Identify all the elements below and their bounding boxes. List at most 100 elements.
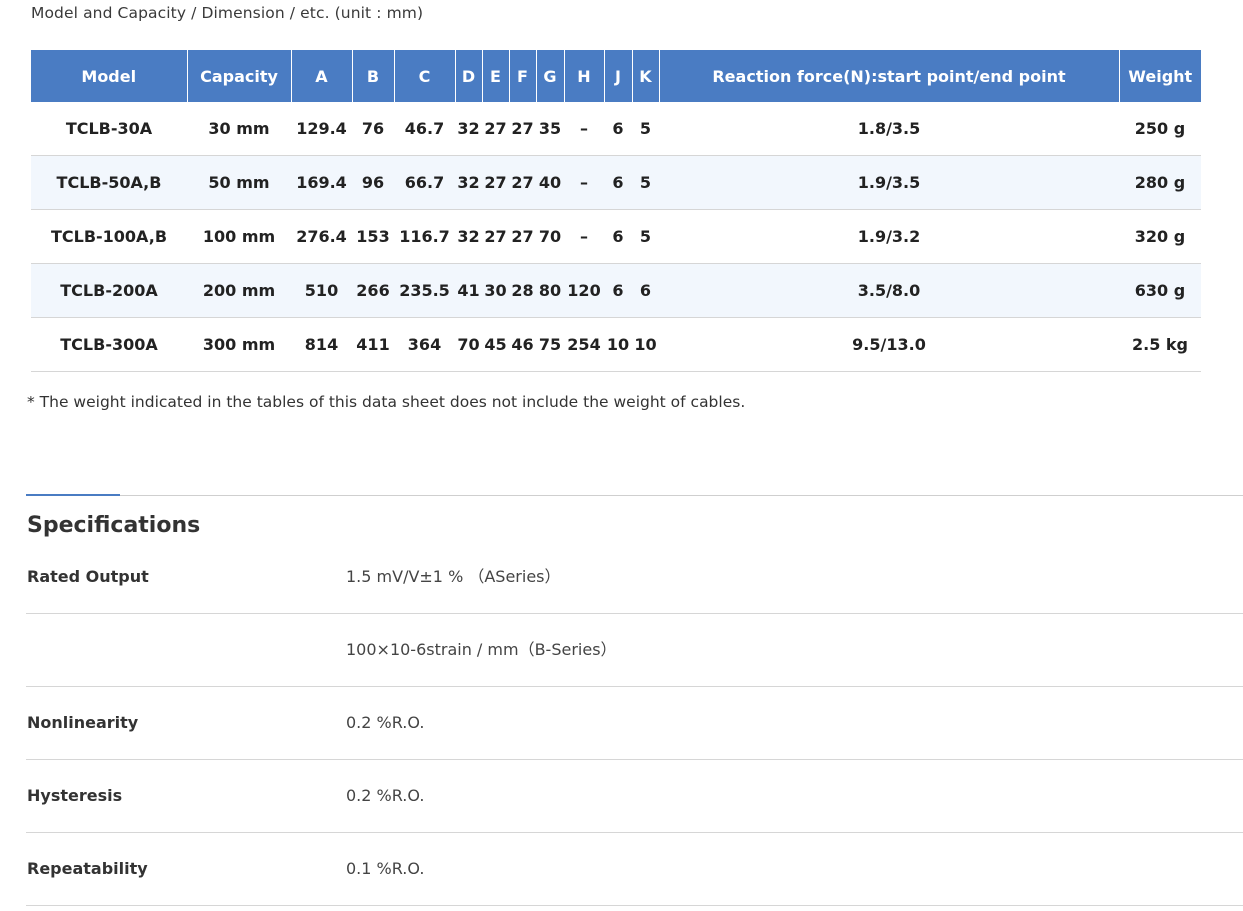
table-row: TCLB-100A,B 100 mm 276.4 153 116.7 32 27… (31, 209, 1201, 264)
cell-e: 27 (482, 102, 509, 156)
cell-e: 27 (482, 155, 509, 210)
cell-k: 5 (632, 155, 659, 210)
cell-j: 6 (604, 209, 632, 264)
cell-f: 28 (509, 263, 536, 318)
weight-note: * The weight indicated in the tables of … (27, 393, 746, 411)
cell-weight: 630 g (1119, 263, 1201, 318)
spec-value: 0.2 %R.O. (346, 786, 425, 805)
spec-row-rated-output-b: 100×10-6strain / mm（B-Series） (26, 614, 1243, 687)
col-header-h: H (563, 50, 604, 102)
col-header-reaction-force: Reaction force(N):start point/end point (658, 50, 1119, 102)
cell-capacity: 300 mm (187, 317, 291, 372)
cell-model: TCLB-200A (31, 263, 187, 318)
cell-g: 70 (536, 209, 564, 264)
cell-weight: 280 g (1119, 155, 1201, 210)
cell-reaction-force: 3.5/8.0 (659, 263, 1119, 318)
cell-reaction-force: 1.9/3.2 (659, 209, 1119, 264)
cell-model: TCLB-50A,B (31, 155, 187, 210)
dimension-table: Model Capacity A B C D E F G H J K React… (31, 50, 1201, 372)
spec-value: 0.1 %R.O. (346, 859, 425, 878)
spec-row-rated-output: Rated Output 1.5 mV/V±1 % （ASeries） (26, 541, 1243, 614)
cell-d: 32 (455, 209, 482, 264)
table-row: TCLB-300A 300 mm 814 411 364 70 45 46 75… (31, 317, 1201, 372)
cell-g: 80 (536, 263, 564, 318)
cell-e: 45 (482, 317, 509, 372)
cell-k: 5 (632, 102, 659, 156)
cell-reaction-force: 1.8/3.5 (659, 102, 1119, 156)
col-header-model: Model (31, 50, 187, 102)
cell-k: 6 (632, 263, 659, 318)
col-header-c: C (393, 50, 455, 102)
cell-d: 70 (455, 317, 482, 372)
section-divider (26, 495, 1243, 496)
col-header-capacity: Capacity (186, 50, 291, 102)
cell-capacity: 30 mm (187, 102, 291, 156)
cell-a: 510 (291, 263, 352, 318)
spec-value: 0.2 %R.O. (346, 713, 425, 732)
col-header-g: G (535, 50, 564, 102)
cell-e: 27 (482, 209, 509, 264)
col-header-b: B (351, 50, 394, 102)
table-row: TCLB-200A 200 mm 510 266 235.5 41 30 28 … (31, 263, 1201, 318)
spec-value: 1.5 mV/V±1 % （ASeries） (346, 567, 561, 586)
col-header-weight: Weight (1118, 50, 1201, 102)
spec-row-repeatability: Repeatability 0.1 %R.O. (26, 833, 1243, 906)
col-header-e: E (481, 50, 509, 102)
cell-capacity: 50 mm (187, 155, 291, 210)
cell-capacity: 200 mm (187, 263, 291, 318)
spec-value: 100×10-6strain / mm（B-Series） (346, 640, 617, 659)
cell-model: TCLB-300A (31, 317, 187, 372)
cell-e: 30 (482, 263, 509, 318)
cell-d: 32 (455, 102, 482, 156)
cell-c: 66.7 (394, 155, 455, 210)
cell-c: 364 (394, 317, 455, 372)
cell-j: 10 (604, 317, 632, 372)
cell-b: 76 (352, 102, 394, 156)
cell-a: 169.4 (291, 155, 352, 210)
section-accent-bar (26, 494, 120, 496)
cell-h: 254 (564, 317, 604, 372)
cell-k: 5 (632, 209, 659, 264)
cell-f: 27 (509, 102, 536, 156)
cell-weight: 2.5 kg (1119, 317, 1201, 372)
cell-a: 814 (291, 317, 352, 372)
col-header-d: D (454, 50, 482, 102)
spec-label: Repeatability (27, 859, 148, 878)
cell-b: 153 (352, 209, 394, 264)
cell-b: 96 (352, 155, 394, 210)
cell-weight: 250 g (1119, 102, 1201, 156)
cell-g: 40 (536, 155, 564, 210)
cell-h: 120 (564, 263, 604, 318)
cell-a: 129.4 (291, 102, 352, 156)
cell-weight: 320 g (1119, 209, 1201, 264)
spec-row-nonlinearity: Nonlinearity 0.2 %R.O. (26, 687, 1243, 760)
cell-c: 235.5 (394, 263, 455, 318)
cell-d: 41 (455, 263, 482, 318)
cell-h: – (564, 102, 604, 156)
cell-reaction-force: 9.5/13.0 (659, 317, 1119, 372)
spec-label: Hysteresis (27, 786, 123, 805)
table-row: TCLB-50A,B 50 mm 169.4 96 66.7 32 27 27 … (31, 155, 1201, 210)
cell-b: 266 (352, 263, 394, 318)
table-caption: Model and Capacity / Dimension / etc. (u… (31, 4, 424, 22)
cell-g: 35 (536, 102, 564, 156)
spec-list: Rated Output 1.5 mV/V±1 % （ASeries） 100×… (26, 541, 1243, 906)
col-header-k: K (631, 50, 659, 102)
cell-c: 116.7 (394, 209, 455, 264)
spec-row-hysteresis: Hysteresis 0.2 %R.O. (26, 760, 1243, 833)
cell-capacity: 100 mm (187, 209, 291, 264)
col-header-f: F (508, 50, 536, 102)
cell-j: 6 (604, 102, 632, 156)
cell-h: – (564, 155, 604, 210)
table-header-row: Model Capacity A B C D E F G H J K React… (31, 50, 1201, 102)
spec-label: Rated Output (27, 567, 149, 586)
cell-c: 46.7 (394, 102, 455, 156)
spec-label: Nonlinearity (27, 713, 139, 732)
cell-f: 27 (509, 155, 536, 210)
cell-model: TCLB-30A (31, 102, 187, 156)
section-title: Specifications (27, 513, 201, 538)
cell-j: 6 (604, 155, 632, 210)
cell-f: 27 (509, 209, 536, 264)
col-header-j: J (603, 50, 632, 102)
cell-f: 46 (509, 317, 536, 372)
